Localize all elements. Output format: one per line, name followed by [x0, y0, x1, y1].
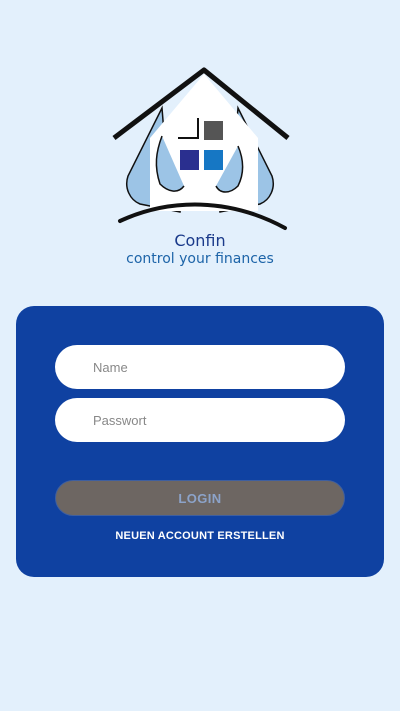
- house-hands-logo-icon: [112, 67, 290, 230]
- brand-name: Confin: [174, 231, 226, 250]
- password-placeholder: Passwort: [93, 412, 147, 428]
- create-account-link[interactable]: NEUEN ACCOUNT ERSTELLEN: [16, 530, 384, 542]
- brand-tagline: control your finances: [126, 251, 274, 267]
- name-placeholder: Name: [93, 359, 128, 375]
- login-button[interactable]: LOGIN: [55, 480, 345, 516]
- password-input[interactable]: Passwort: [55, 398, 345, 442]
- name-input[interactable]: Name: [55, 345, 345, 389]
- login-button-label: LOGIN: [178, 490, 222, 506]
- login-card: Name Passwort LOGIN NEUEN ACCOUNT ERSTEL…: [16, 306, 384, 577]
